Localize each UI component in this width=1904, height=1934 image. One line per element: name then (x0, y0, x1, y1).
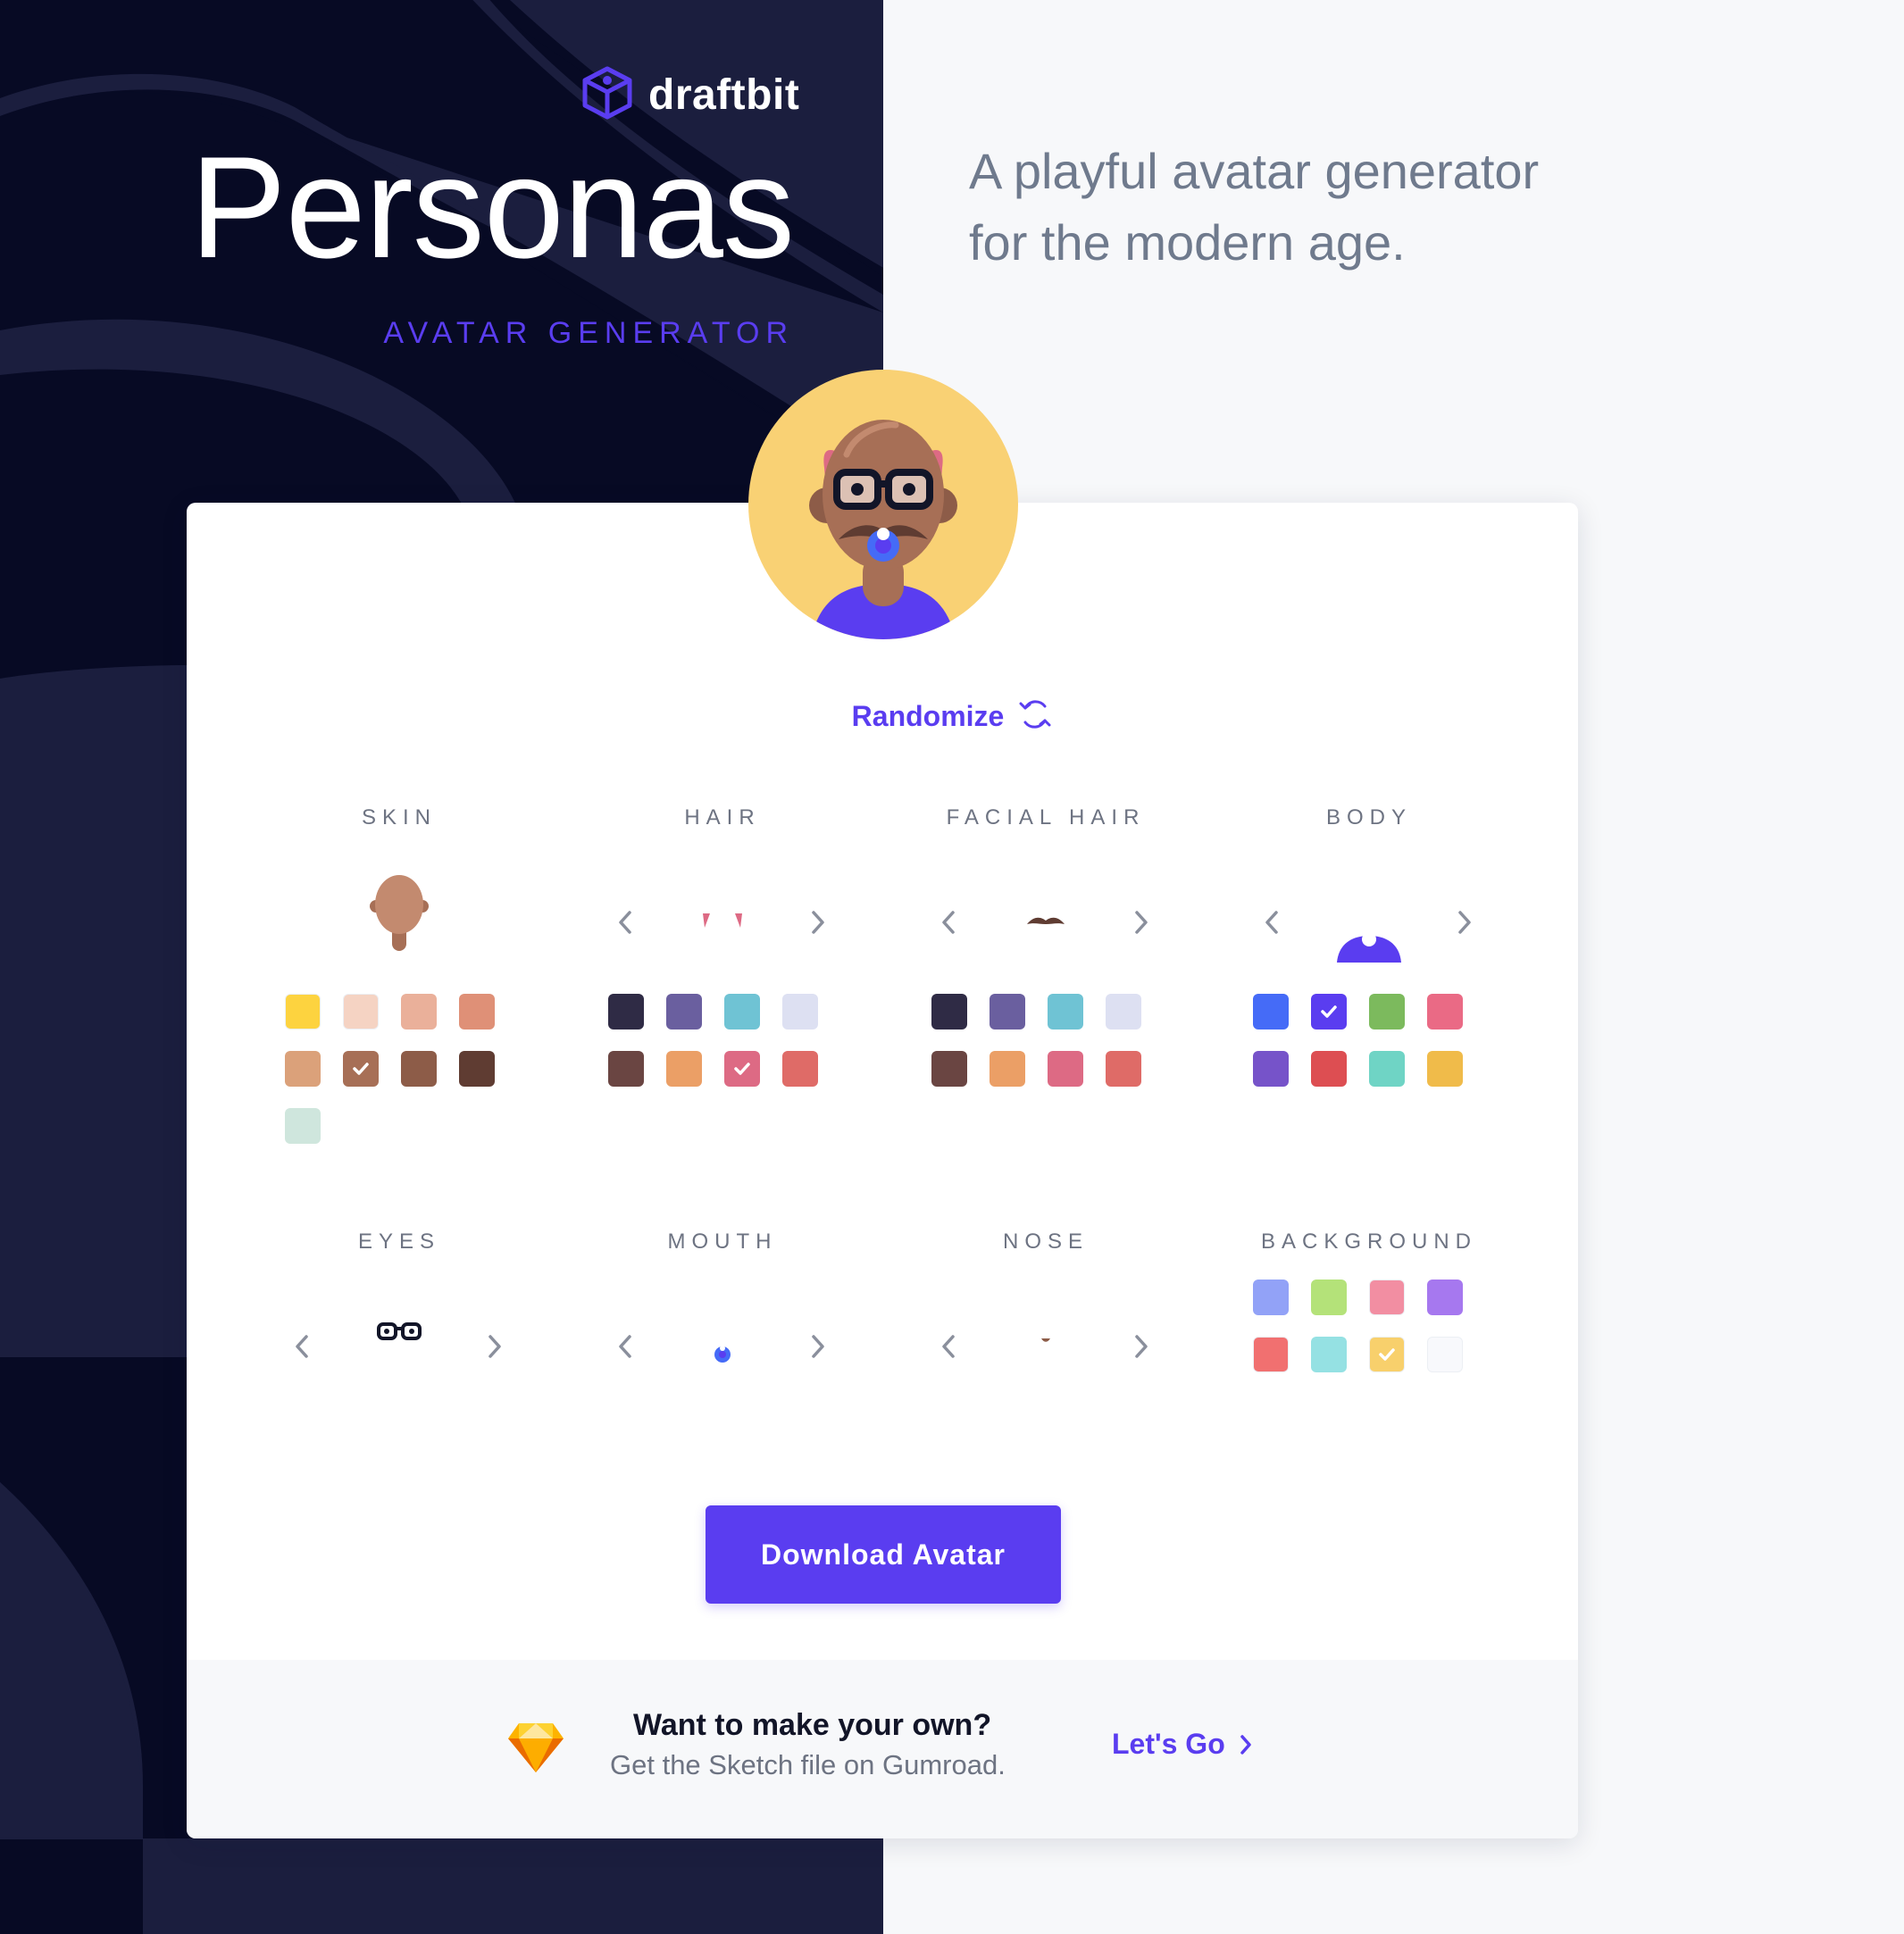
check-icon (353, 1063, 369, 1075)
color-swatch[interactable] (459, 1051, 495, 1087)
color-swatch[interactable] (1106, 994, 1141, 1030)
color-swatch[interactable] (931, 1051, 967, 1087)
check-icon (1379, 1348, 1395, 1361)
color-swatch[interactable] (1427, 1280, 1463, 1315)
color-swatch[interactable] (285, 1051, 321, 1087)
chevron-right-icon (1240, 1734, 1251, 1755)
hero-subtitle: AVATAR GENERATOR (383, 316, 794, 350)
brand-name: draftbit (648, 71, 800, 119)
color-swatch[interactable] (666, 1051, 702, 1087)
skin-preview (256, 866, 542, 964)
color-swatch[interactable] (1311, 1337, 1347, 1372)
color-swatch[interactable] (990, 994, 1025, 1030)
refresh-icon (1018, 697, 1052, 736)
color-swatch[interactable] (724, 1051, 760, 1087)
nose-next-button[interactable] (1122, 1327, 1161, 1366)
color-swatch[interactable] (1253, 1280, 1289, 1315)
facial-hair-swatches (931, 994, 1141, 1087)
eyes-next-button[interactable] (475, 1327, 514, 1366)
color-swatch[interactable] (285, 994, 321, 1030)
color-swatch[interactable] (1311, 1051, 1347, 1087)
tagline: A playful avatar generator for the moder… (969, 136, 1648, 279)
color-swatch[interactable] (1311, 1280, 1347, 1315)
lets-go-link[interactable]: Let's Go (1112, 1728, 1254, 1761)
section-title-background: BACKGROUND (1260, 1230, 1478, 1254)
facial-hair-next-button[interactable] (1122, 903, 1161, 942)
tagline-line-2: for the modern age. (969, 214, 1406, 271)
color-swatch[interactable] (1048, 994, 1083, 1030)
color-swatch[interactable] (1369, 1337, 1405, 1372)
color-swatch[interactable] (285, 1108, 321, 1144)
color-swatch[interactable] (782, 994, 818, 1030)
tagline-line-1: A playful avatar generator (969, 143, 1540, 199)
color-swatch[interactable] (401, 994, 437, 1030)
randomize-label: Randomize (851, 700, 1005, 732)
sketch-diamond-icon (506, 1721, 565, 1779)
randomize-button[interactable]: Randomize (0, 697, 1904, 736)
section-title-nose: NOSE (1002, 1230, 1089, 1254)
color-swatch[interactable] (1427, 1337, 1463, 1372)
hair-swatches (608, 994, 818, 1087)
section-title-body: BODY (1325, 805, 1412, 829)
color-swatch[interactable] (1427, 1051, 1463, 1087)
color-swatch[interactable] (608, 1051, 644, 1087)
cta-heading: Want to make your own? (633, 1708, 992, 1742)
color-swatch[interactable] (1106, 1051, 1141, 1087)
chevron-right-icon (489, 1335, 501, 1358)
color-swatch[interactable] (990, 1051, 1025, 1087)
download-avatar-button[interactable]: Download Avatar (706, 1505, 1061, 1604)
color-swatch[interactable] (1369, 994, 1405, 1030)
color-swatch[interactable] (1369, 1051, 1405, 1087)
mouth-next-button[interactable] (798, 1327, 838, 1366)
hair-next-button[interactable] (798, 903, 838, 942)
check-icon (1321, 1005, 1337, 1018)
color-swatch[interactable] (1369, 1280, 1405, 1315)
color-swatch[interactable] (608, 994, 644, 1030)
background-swatches (1253, 1280, 1463, 1372)
section-title-facial-hair: FACIAL HAIR (946, 805, 1146, 829)
cube-icon (582, 66, 632, 124)
check-icon (734, 1063, 750, 1075)
chevron-right-icon (812, 1335, 824, 1358)
color-swatch[interactable] (1253, 1051, 1289, 1087)
color-swatch[interactable] (343, 994, 379, 1030)
chevron-right-icon (812, 911, 824, 934)
lets-go-label: Let's Go (1112, 1728, 1225, 1760)
hero-title: Personas (189, 127, 795, 288)
section-title-skin: SKIN (361, 805, 437, 829)
section-title-mouth: MOUTH (667, 1230, 778, 1254)
color-swatch[interactable] (1311, 994, 1347, 1030)
color-swatch[interactable] (724, 994, 760, 1030)
skin-swatches (285, 994, 495, 1144)
body-swatches (1253, 994, 1463, 1087)
color-swatch[interactable] (1427, 994, 1463, 1030)
cta-bar: Want to make your own? Get the Sketch fi… (187, 1660, 1578, 1838)
color-swatch[interactable] (782, 1051, 818, 1087)
section-title-eyes: EYES (357, 1230, 441, 1254)
color-swatch[interactable] (666, 994, 702, 1030)
cta-subtext: Get the Sketch file on Gumroad. (610, 1749, 1006, 1780)
avatar-preview (748, 370, 1018, 639)
section-title-hair: HAIR (684, 805, 761, 829)
color-swatch[interactable] (1253, 994, 1289, 1030)
color-swatch[interactable] (1048, 1051, 1083, 1087)
body-next-button[interactable] (1445, 903, 1484, 942)
color-swatch[interactable] (931, 994, 967, 1030)
chevron-right-icon (1135, 1335, 1148, 1358)
brand[interactable]: draftbit (582, 66, 800, 124)
color-swatch[interactable] (401, 1051, 437, 1087)
color-swatch[interactable] (343, 1051, 379, 1087)
chevron-right-icon (1135, 911, 1148, 934)
chevron-right-icon (1458, 911, 1471, 934)
color-swatch[interactable] (1253, 1337, 1289, 1372)
color-swatch[interactable] (459, 994, 495, 1030)
